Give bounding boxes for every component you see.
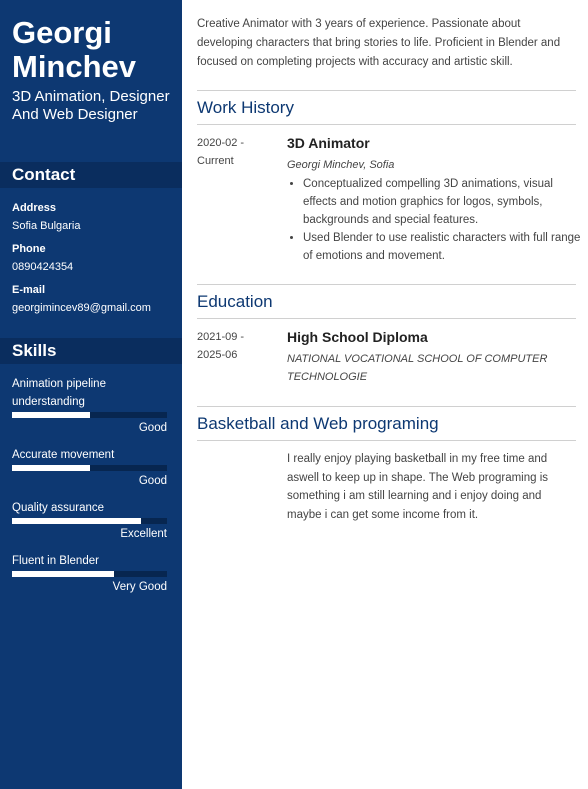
skill-item: Fluent in Blender Very Good [12, 552, 167, 593]
divider [197, 284, 576, 285]
skills-heading: Skills [0, 338, 182, 364]
sidebar: Georgi Minchev 3D Animation, Designer An… [0, 0, 182, 789]
work-bullets: Conceptualized compelling 3D animations,… [287, 175, 588, 265]
last-name: Minchev [12, 49, 137, 84]
education-heading: Education [197, 292, 273, 311]
skill-bar-fill [12, 465, 90, 471]
email-label: E-mail [12, 284, 46, 296]
skill-name: Fluent in Blender [12, 555, 99, 567]
skill-item: Animation pipeline understanding Good [12, 375, 167, 434]
skill-bar [12, 571, 167, 577]
divider [197, 406, 576, 407]
address-label: Address [12, 202, 57, 214]
degree: High School Diploma [287, 329, 428, 345]
professional-summary: Creative Animator with 3 years of experi… [197, 18, 561, 68]
job-position: 3D Animator [287, 135, 370, 151]
skill-name: Quality assurance [12, 502, 105, 514]
skill-bar-fill [12, 412, 90, 418]
hobby-description: I really enjoy playing basketball in my … [287, 453, 549, 521]
skill-level: Good [138, 422, 167, 434]
education-dates: 2021-09 - 2025-06 [197, 328, 244, 364]
skill-level: Excellent [120, 528, 167, 540]
divider [197, 90, 576, 91]
divider [197, 318, 576, 319]
job-title-subtitle: 3D Animation, Designer And Web Designer [12, 88, 170, 123]
skill-name: Animation pipeline understanding [12, 378, 106, 408]
first-name: Georgi [12, 15, 112, 50]
work-dates: 2020-02 - Current [197, 134, 244, 170]
employer: Georgi Minchev, Sofia [287, 159, 395, 171]
work-date-end: Current [197, 155, 234, 167]
skill-item: Accurate movement Good [12, 446, 167, 487]
skill-item: Quality assurance Excellent [12, 499, 167, 540]
skill-bar [12, 518, 167, 524]
phone-value: 0890424354 [12, 261, 74, 273]
school-name: NATIONAL VOCATIONAL SCHOOL OF COMPUTER T… [287, 353, 548, 383]
email-value: georgimincev89@gmail.com [12, 302, 151, 314]
work-bullet: Conceptualized compelling 3D animations,… [303, 175, 588, 229]
skill-level: Very Good [112, 581, 167, 593]
skill-name: Accurate movement [12, 449, 115, 461]
work-date-start: 2020-02 - [197, 137, 245, 149]
address-value: Sofia Bulgaria [12, 220, 81, 232]
work-bullet: Used Blender to use realistic characters… [303, 229, 588, 265]
hobby-heading: Basketball and Web programing [197, 414, 439, 433]
skill-bar-fill [12, 571, 115, 577]
phone-label: Phone [12, 243, 46, 255]
education-date-end: 2025-06 [197, 349, 238, 361]
education-date-start: 2021-09 - [197, 331, 245, 343]
skill-level: Good [138, 475, 167, 487]
candidate-name: Georgi Minchev [12, 16, 136, 84]
skill-bar [12, 412, 167, 418]
contact-heading: Contact [0, 162, 182, 188]
skill-bar-fill [12, 518, 141, 524]
skill-bar [12, 465, 167, 471]
work-history-heading: Work History [197, 98, 294, 117]
divider [197, 440, 576, 441]
divider [197, 124, 576, 125]
